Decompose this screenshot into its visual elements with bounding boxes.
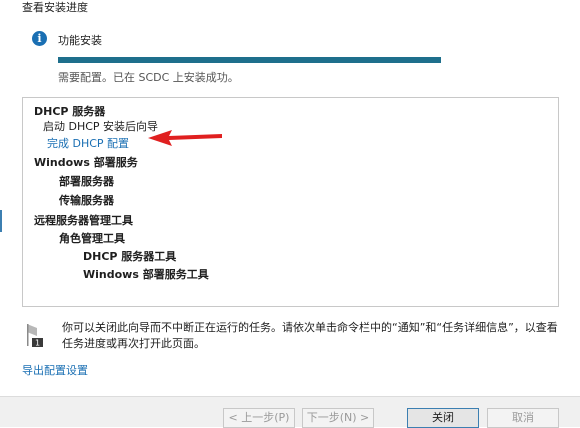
progress-bar bbox=[58, 57, 441, 63]
cancel-button[interactable]: 取消 bbox=[487, 408, 559, 428]
dhcp-wizard-text: 启动 DHCP 安装后向导 bbox=[43, 120, 159, 133]
background-task-note: 你可以关闭此向导而不中断正在运行的任务。请依次单击命令栏中的“通知”和“任务详细… bbox=[62, 321, 558, 350]
wds-title: Windows 部署服务 bbox=[34, 156, 138, 169]
previous-button[interactable]: < 上一步(P) bbox=[223, 408, 295, 428]
info-icon: i bbox=[32, 31, 47, 46]
rsat-title: 远程服务器管理工具 bbox=[34, 214, 133, 227]
results-panel: DHCP 服务器 启动 DHCP 安装后向导 完成 DHCP 配置 Window… bbox=[22, 97, 559, 307]
export-config-link[interactable]: 导出配置设置 bbox=[22, 362, 88, 378]
dhcp-server-title: DHCP 服务器 bbox=[34, 105, 106, 118]
section-title: 查看安装进度 bbox=[22, 1, 88, 14]
wds-transport-server: 传输服务器 bbox=[59, 194, 114, 207]
dhcp-server-tools: DHCP 服务器工具 bbox=[83, 250, 177, 263]
wds-deploy-server: 部署服务器 bbox=[59, 175, 114, 188]
progress-bar-fill bbox=[58, 57, 441, 63]
feature-install-label: 功能安装 bbox=[58, 34, 102, 47]
left-accent-bar bbox=[0, 210, 2, 232]
complete-dhcp-config-link[interactable]: 完成 DHCP 配置 bbox=[47, 135, 129, 151]
close-button[interactable]: 关闭 bbox=[407, 408, 479, 428]
flag-icon: 1 bbox=[27, 324, 43, 348]
next-button[interactable]: 下一步(N) > bbox=[302, 408, 374, 428]
install-status-text: 需要配置。已在 SCDC 上安装成功。 bbox=[58, 71, 239, 84]
red-arrow-annotation bbox=[148, 130, 222, 146]
role-admin-tools: 角色管理工具 bbox=[59, 232, 125, 245]
wizard-footer: < 上一步(P) 下一步(N) > 关闭 取消 bbox=[0, 396, 580, 428]
wds-tools: Windows 部署服务工具 bbox=[83, 268, 209, 281]
svg-text:1: 1 bbox=[35, 339, 40, 348]
